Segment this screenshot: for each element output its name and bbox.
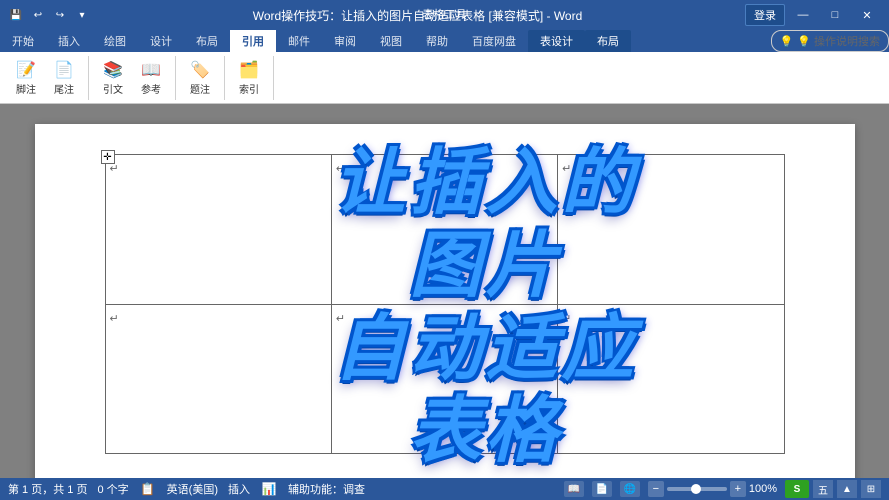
table-tools-label: 表格工具: [423, 0, 467, 30]
ribbon-tabs: 开始 插入 绘图 设计 布局 引用 邮件 审阅 视图 帮助 百度网盘 表设计 布…: [0, 30, 889, 52]
zoom-in-btn[interactable]: +: [730, 481, 746, 497]
tab-mailings[interactable]: 邮件: [276, 30, 322, 52]
ribbon-group-1: 📝 脚注 📄 尾注: [8, 56, 89, 100]
document-area: ✛ ↵ ↵ ↵ ↵ ↵ ↵ 让插入的 图片 自动适应 表格 ↵: [0, 104, 889, 478]
tab-baidu[interactable]: 百度网盘: [460, 30, 528, 52]
table-row: ↵ ↵ ↵: [105, 304, 784, 454]
ribbon-content: 📝 脚注 📄 尾注 📚 引文 📖 参考 🏷️ 题注: [0, 52, 889, 104]
maximize-button[interactable]: □: [821, 4, 849, 26]
window-title: Word操作技巧：让插入的图片自动适应表格 [兼容模式] - Word: [253, 7, 583, 24]
endnote-icon: 📄: [54, 60, 74, 80]
lang-label: 英语(美国): [167, 481, 218, 497]
tab-view[interactable]: 视图: [368, 30, 414, 52]
tab-review[interactable]: 审阅: [322, 30, 368, 52]
window-controls: 登录 — □ ✕: [745, 4, 881, 26]
web-view-btn[interactable]: 🌐: [620, 481, 640, 497]
zoom-level: 100%: [749, 483, 777, 495]
bibliography-icon: 📖: [141, 60, 161, 80]
table-row: ↵ ↵ ↵: [105, 155, 784, 305]
status-bar: 第 1 页，共 1 页 0 个字 📋 英语(美国) 插入 📊 辅助功能：调查 📖…: [0, 478, 889, 500]
table-cell-r2c2[interactable]: ↵: [331, 304, 557, 454]
citation-icon: 📚: [103, 60, 123, 80]
minimize-button[interactable]: —: [789, 4, 817, 26]
index-label: 索引: [239, 81, 259, 96]
tab-home[interactable]: 开始: [0, 30, 46, 52]
search-placeholder: 💡 操作说明搜索: [797, 33, 880, 49]
table-cell-r1c2[interactable]: ↵: [331, 155, 557, 305]
cell-return-r1c2: ↵: [336, 163, 345, 175]
wps-logo: S: [785, 480, 809, 498]
taskbar-icon-1[interactable]: 五: [813, 480, 833, 498]
cell-return-r2c2: ↵: [336, 313, 345, 325]
document-page[interactable]: ✛ ↵ ↵ ↵ ↵ ↵ ↵ 让插入的 图片 自动适应 表格 ↵: [35, 124, 855, 478]
print-view-btn[interactable]: 📄: [592, 481, 612, 497]
redo-btn[interactable]: ↪: [52, 7, 68, 23]
status-right: 📖 📄 🌐 − + 100% S 五 ▲ ⊞: [564, 480, 881, 498]
page-info: 第 1 页，共 1 页: [8, 481, 87, 497]
word-table: ↵ ↵ ↵ ↵ ↵ ↵: [105, 154, 785, 454]
status-left: 第 1 页，共 1 页 0 个字 📋 英语(美国) 插入 📊 辅助功能：调查: [8, 480, 365, 498]
ribbon: 开始 插入 绘图 设计 布局 引用 邮件 审阅 视图 帮助 百度网盘 表设计 布…: [0, 30, 889, 104]
tab-help[interactable]: 帮助: [414, 30, 460, 52]
table-selector-handle[interactable]: ✛: [101, 150, 115, 164]
citation-label: 引文: [103, 81, 123, 96]
caption-label: 题注: [190, 81, 210, 96]
index-btn[interactable]: 🗂️ 索引: [231, 58, 267, 98]
title-bar-left: 💾 ↩ ↪ ▾: [8, 7, 90, 23]
index-icon: 🗂️: [239, 60, 259, 80]
table-cell-r1c1[interactable]: ↵: [105, 155, 331, 305]
zoom-thumb: [691, 484, 701, 494]
footnote-btn[interactable]: 📝 脚注: [8, 58, 44, 98]
endnote-label: 尾注: [54, 81, 74, 96]
read-view-btn[interactable]: 📖: [564, 481, 584, 497]
ribbon-group-3: 🏷️ 题注: [182, 56, 225, 100]
endnote-btn[interactable]: 📄 尾注: [46, 58, 82, 98]
footnote-label: 脚注: [16, 81, 36, 96]
spell-check-icon[interactable]: 📋: [139, 480, 157, 498]
track-changes-icon[interactable]: 📊: [260, 480, 278, 498]
accessibility-label: 辅助功能：调查: [288, 481, 365, 497]
cell-return-r2c1: ↵: [110, 313, 119, 325]
taskbar-icons: S 五 ▲ ⊞: [785, 480, 881, 498]
cell-return-r1c3: ↵: [562, 163, 571, 175]
save-quick-btn[interactable]: 💾: [8, 7, 24, 23]
table-cell-r2c1[interactable]: ↵: [105, 304, 331, 454]
table-cell-r1c3[interactable]: ↵: [558, 155, 784, 305]
customize-quick-access[interactable]: ▾: [74, 7, 90, 23]
undo-btn[interactable]: ↩: [30, 7, 46, 23]
footnote-icon: 📝: [16, 60, 36, 80]
zoom-slider[interactable]: [667, 487, 727, 491]
tab-table-layout[interactable]: 布局: [585, 30, 631, 52]
search-icon: 💡: [780, 35, 794, 48]
zoom-out-btn[interactable]: −: [648, 481, 664, 497]
tab-design[interactable]: 设计: [138, 30, 184, 52]
table-cell-r2c3[interactable]: ↵: [558, 304, 784, 454]
taskbar-icon-3[interactable]: ⊞: [861, 480, 881, 498]
login-button[interactable]: 登录: [745, 4, 785, 26]
tab-references[interactable]: 引用: [230, 30, 276, 52]
citation-btn[interactable]: 📚 引文: [95, 58, 131, 98]
cell-return-r2c3: ↵: [562, 313, 571, 325]
char-count: 0 个字: [97, 481, 128, 497]
ribbon-group-2: 📚 引文 📖 参考: [95, 56, 176, 100]
title-bar: 💾 ↩ ↪ ▾ Word操作技巧：让插入的图片自动适应表格 [兼容模式] - W…: [0, 0, 889, 30]
taskbar-icon-2[interactable]: ▲: [837, 480, 857, 498]
cell-return-r1c1: ↵: [110, 163, 119, 175]
caption-btn[interactable]: 🏷️ 题注: [182, 58, 218, 98]
insert-label: 插入: [228, 481, 250, 497]
tab-draw[interactable]: 绘图: [92, 30, 138, 52]
close-button[interactable]: ✕: [853, 4, 881, 26]
caption-icon: 🏷️: [190, 60, 210, 80]
tab-table-design[interactable]: 表设计: [528, 30, 585, 52]
ribbon-group-4: 🗂️ 索引: [231, 56, 274, 100]
tab-layout[interactable]: 布局: [184, 30, 230, 52]
zoom-control: − + 100%: [648, 481, 777, 497]
tab-insert[interactable]: 插入: [46, 30, 92, 52]
bibliography-label: 参考: [141, 81, 161, 96]
search-bar[interactable]: 💡 💡 操作说明搜索: [771, 30, 889, 52]
bibliography-btn[interactable]: 📖 参考: [133, 58, 169, 98]
